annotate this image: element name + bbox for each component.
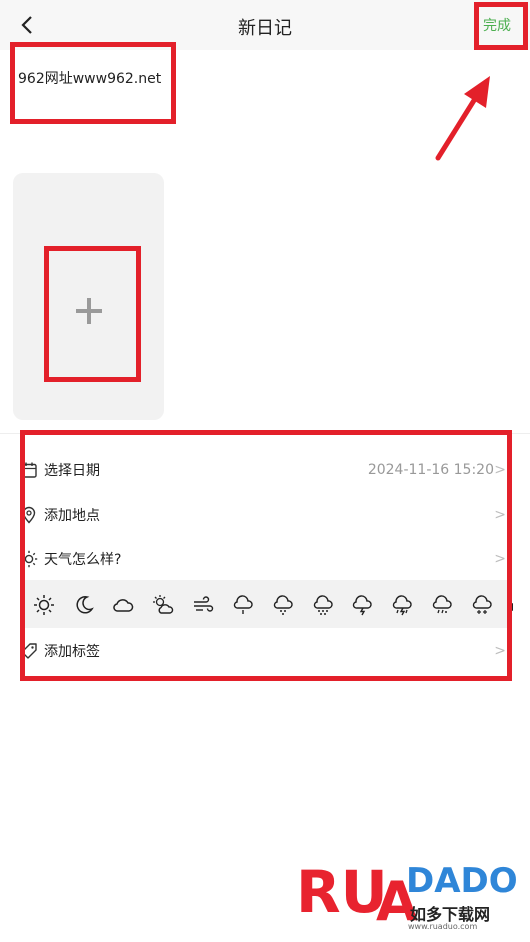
chevron-right-icon: > (494, 643, 506, 659)
add-location-label: 添加地点 (44, 508, 100, 524)
thunder-rain-icon[interactable] (391, 594, 413, 616)
cloudy-icon[interactable] (112, 594, 134, 616)
heavy-rain-icon[interactable] (312, 594, 334, 616)
add-photo-card[interactable] (13, 173, 164, 420)
night-moon-icon[interactable] (73, 594, 95, 616)
svg-text:RU: RU (296, 858, 388, 926)
add-photo-plus-icon[interactable] (75, 298, 103, 326)
add-location-row[interactable]: 添加地点 > (0, 497, 530, 533)
add-tag-row[interactable]: 添加标签 > (0, 633, 530, 669)
page-title: 新日记 (238, 18, 292, 39)
windy-icon[interactable] (192, 594, 214, 616)
add-tag-label: 添加标签 (44, 644, 100, 660)
divider (0, 433, 530, 434)
more-weather-indicator (509, 603, 513, 611)
weather-row[interactable]: 天气怎么样? > (0, 541, 530, 577)
done-button[interactable]: 完成 (474, 8, 520, 42)
ruaduo-watermark-logo: RU A DADO 如多下载网 www.ruaduo.com (296, 858, 516, 930)
top-bar: 新日记 完成 (0, 0, 530, 50)
snow-icon[interactable] (471, 594, 493, 616)
select-date-label: 选择日期 (44, 463, 100, 479)
annotation-arrow-icon (435, 76, 490, 161)
chevron-right-icon: > (494, 551, 506, 567)
date-value: 2024-11-16 15:20 (367, 462, 494, 478)
calendar-icon (21, 462, 37, 478)
sunny-icon[interactable] (33, 594, 55, 616)
partly-cloudy-icon[interactable] (152, 594, 174, 616)
svg-text:www.ruaduo.com: www.ruaduo.com (408, 922, 477, 930)
tag-icon (21, 643, 37, 659)
weather-label: 天气怎么样? (44, 552, 122, 568)
svg-text:DADO: DADO (406, 861, 516, 901)
diary-text-input[interactable]: 962网址www962.net (18, 68, 161, 88)
sun-icon (20, 550, 38, 568)
sleet-icon[interactable] (431, 594, 453, 616)
chevron-right-icon: > (494, 507, 506, 523)
select-date-row[interactable]: 选择日期 2024-11-16 15:20 > (0, 452, 530, 488)
moderate-rain-icon[interactable] (272, 594, 294, 616)
light-rain-icon[interactable] (232, 594, 254, 616)
chevron-right-icon: > (494, 462, 506, 478)
thunderstorm-icon[interactable] (351, 594, 373, 616)
location-pin-icon (22, 506, 36, 524)
